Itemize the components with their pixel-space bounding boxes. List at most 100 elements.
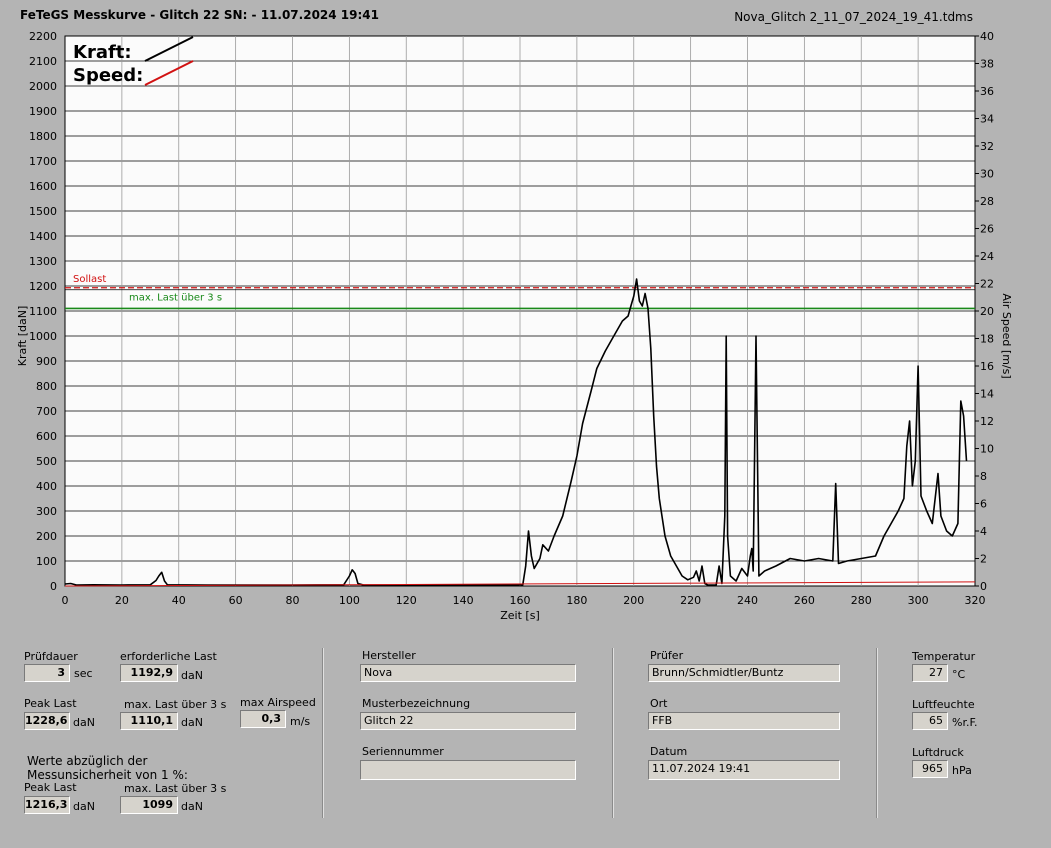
x-tick-label: 20 bbox=[115, 594, 129, 607]
y-tick-label: 400 bbox=[36, 480, 57, 493]
ort-label: Ort bbox=[650, 697, 668, 710]
peak-last-unit: daN bbox=[73, 716, 95, 729]
y-tick-label: 2200 bbox=[29, 30, 57, 43]
y2-tick-label: 22 bbox=[980, 278, 994, 291]
y-tick-label: 1500 bbox=[29, 205, 57, 218]
seriennummer-label: Seriennummer bbox=[362, 745, 444, 758]
x-tick-label: 220 bbox=[680, 594, 701, 607]
y-tick-label: 700 bbox=[36, 405, 57, 418]
pruefdauer-unit: sec bbox=[74, 667, 93, 680]
y-tick-label: 100 bbox=[36, 555, 57, 568]
y2-tick-label: 0 bbox=[980, 580, 987, 593]
y2-tick-label: 4 bbox=[980, 525, 987, 538]
force-chart: 0100200300400500600700800900100011001200… bbox=[16, 30, 1013, 622]
x-tick-label: 0 bbox=[62, 594, 69, 607]
y2-tick-label: 2 bbox=[980, 553, 987, 566]
ort-field[interactable]: FFB bbox=[648, 712, 840, 730]
peak-last-adj-label: Peak Last bbox=[24, 781, 77, 794]
legend-speed-label: Speed: bbox=[73, 65, 143, 86]
y2-tick-label: 14 bbox=[980, 388, 994, 401]
y-tick-label: 1100 bbox=[29, 305, 57, 318]
seriennummer-field[interactable] bbox=[360, 760, 576, 780]
y-tick-label: 1300 bbox=[29, 255, 57, 268]
x-tick-label: 160 bbox=[510, 594, 531, 607]
luftdruck-value: 965 bbox=[912, 760, 948, 778]
y-tick-label: 1800 bbox=[29, 130, 57, 143]
y2-tick-label: 16 bbox=[980, 360, 994, 373]
y-tick-label: 1000 bbox=[29, 330, 57, 343]
y-tick-label: 300 bbox=[36, 505, 57, 518]
luftdruck-label: Luftdruck bbox=[912, 746, 964, 759]
max-last-unit: daN bbox=[181, 716, 203, 729]
y2-tick-label: 12 bbox=[980, 415, 994, 428]
x-tick-label: 100 bbox=[339, 594, 360, 607]
y-tick-label: 0 bbox=[50, 580, 57, 593]
max-airspeed-value: 0,3 bbox=[240, 710, 286, 728]
luftfeuchte-value: 65 bbox=[912, 712, 948, 730]
max-airspeed-unit: m/s bbox=[290, 715, 311, 728]
datum-field[interactable]: 11.07.2024 19:41 bbox=[648, 760, 840, 780]
y2-tick-label: 34 bbox=[980, 113, 994, 126]
y-tick-label: 1900 bbox=[29, 105, 57, 118]
musterbezeichnung-field[interactable]: Glitch 22 bbox=[360, 712, 576, 730]
erforderliche-last-value: 1192,9 bbox=[120, 664, 178, 682]
separator-2 bbox=[612, 648, 614, 818]
max-last-ref-label: max. Last über 3 s bbox=[129, 292, 222, 303]
y2-tick-label: 6 bbox=[980, 498, 987, 511]
sollast-label: Sollast bbox=[73, 274, 106, 285]
max-last-adj-unit: daN bbox=[181, 800, 203, 813]
erforderliche-last-unit: daN bbox=[181, 669, 203, 682]
x-tick-label: 240 bbox=[737, 594, 758, 607]
datum-label: Datum bbox=[650, 745, 688, 758]
x-tick-label: 80 bbox=[286, 594, 300, 607]
luftfeuchte-label: Luftfeuchte bbox=[912, 698, 975, 711]
y-tick-label: 2000 bbox=[29, 80, 57, 93]
max-airspeed-label: max Airspeed bbox=[240, 696, 316, 709]
temperatur-value: 27 bbox=[912, 664, 948, 682]
pruefer-field[interactable]: Brunn/Schmidtler/Buntz bbox=[648, 664, 840, 682]
y2-tick-label: 8 bbox=[980, 470, 987, 483]
y2-tick-label: 30 bbox=[980, 168, 994, 181]
hersteller-label: Hersteller bbox=[362, 649, 416, 662]
x-tick-label: 280 bbox=[851, 594, 872, 607]
x-tick-label: 260 bbox=[794, 594, 815, 607]
pruefdauer-label: Prüfdauer bbox=[24, 650, 78, 663]
x-tick-label: 300 bbox=[908, 594, 929, 607]
erforderliche-last-label: erforderliche Last bbox=[120, 650, 217, 663]
y2-tick-label: 28 bbox=[980, 195, 994, 208]
x-tick-label: 180 bbox=[566, 594, 587, 607]
y-tick-label: 2100 bbox=[29, 55, 57, 68]
peak-last-adj-value: 1216,3 bbox=[24, 796, 70, 814]
y-tick-label: 1700 bbox=[29, 155, 57, 168]
luftfeuchte-unit: %r.F. bbox=[952, 716, 978, 729]
x-tick-label: 320 bbox=[965, 594, 986, 607]
y2-tick-label: 36 bbox=[980, 85, 994, 98]
y-tick-label: 200 bbox=[36, 530, 57, 543]
y2-tick-label: 18 bbox=[980, 333, 994, 346]
x-axis-label: Zeit [s] bbox=[500, 609, 539, 622]
max-last-adj-value: 1099 bbox=[120, 796, 178, 814]
y2-tick-label: 20 bbox=[980, 305, 994, 318]
x-tick-label: 140 bbox=[453, 594, 474, 607]
temperatur-label: Temperatur bbox=[912, 650, 976, 663]
x-tick-label: 120 bbox=[396, 594, 417, 607]
y-tick-label: 1200 bbox=[29, 280, 57, 293]
uncertainty-note-line1: Werte abzüglich der bbox=[27, 754, 148, 768]
pruefdauer-value: 3 bbox=[24, 664, 70, 682]
y2-tick-label: 32 bbox=[980, 140, 994, 153]
y2-tick-label: 24 bbox=[980, 250, 994, 263]
legend-kraft-label: Kraft: bbox=[73, 42, 132, 63]
y-tick-label: 500 bbox=[36, 455, 57, 468]
separator-3 bbox=[876, 648, 878, 818]
y-tick-label: 1600 bbox=[29, 180, 57, 193]
max-last-value: 1110,1 bbox=[120, 712, 178, 730]
y-tick-label: 800 bbox=[36, 380, 57, 393]
pruefer-label: Prüfer bbox=[650, 649, 684, 662]
y2-tick-label: 40 bbox=[980, 30, 994, 43]
peak-last-adj-unit: daN bbox=[73, 800, 95, 813]
x-tick-label: 60 bbox=[229, 594, 243, 607]
hersteller-field[interactable]: Nova bbox=[360, 664, 576, 682]
y2-axis-label: Air Speed [m/s] bbox=[1000, 293, 1013, 378]
y2-tick-label: 26 bbox=[980, 223, 994, 236]
max-last-label: max. Last über 3 s bbox=[124, 698, 227, 711]
